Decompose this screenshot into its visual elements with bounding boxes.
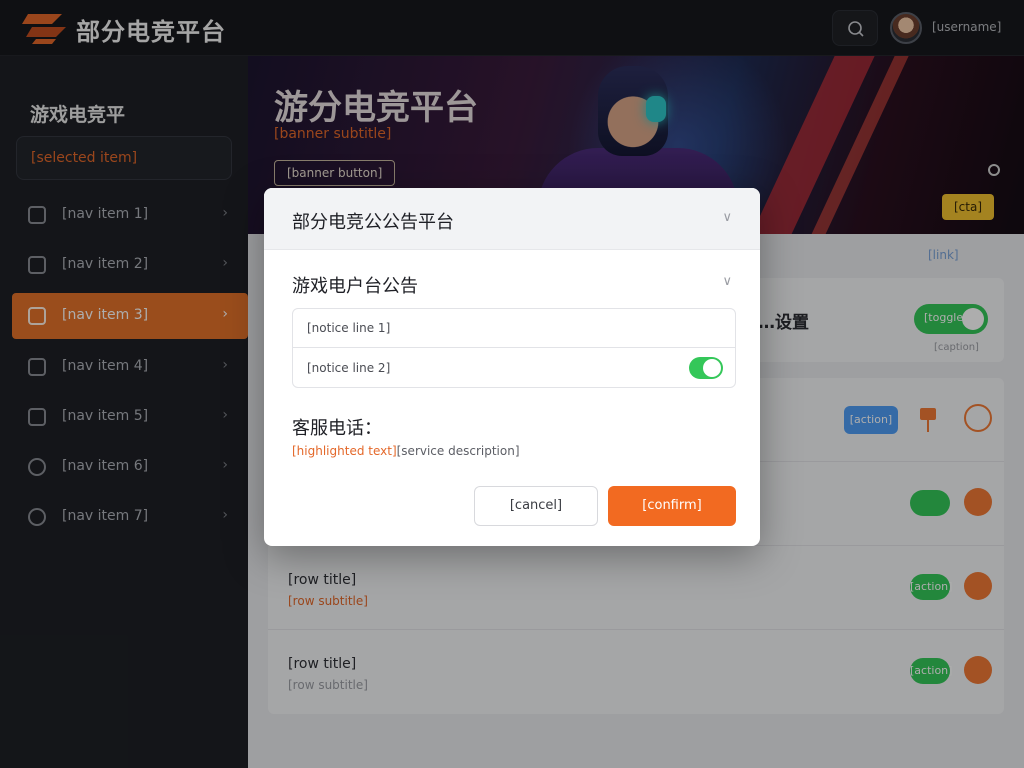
chevron-down-icon[interactable]: ∨ — [722, 210, 732, 225]
service-highlight: [highlighted text] — [292, 444, 397, 458]
notice-box: [notice line 1] [notice line 2] — [292, 308, 736, 388]
service-desc-text: [service description] — [396, 444, 520, 458]
service-title: 客服电话： — [292, 418, 382, 439]
section-title: 游戏电户台公告 — [292, 276, 418, 297]
announcement-modal: 部分电竞公公告平台 ∨ 游戏电户台公告 ∨ [notice line 1] [n… — [264, 188, 760, 546]
notice-toggle-row: [notice line 2] — [293, 349, 735, 388]
notice-toggle-label: [notice line 2] — [307, 361, 391, 375]
chevron-down-icon[interactable]: ∨ — [722, 274, 732, 289]
modal-title: 部分电竞公公告平台 — [292, 212, 454, 233]
notice-toggle[interactable] — [689, 357, 723, 379]
confirm-button[interactable]: [confirm] — [608, 486, 736, 526]
notice-text: [notice line 1] — [307, 321, 391, 335]
cancel-button[interactable]: [cancel] — [474, 486, 598, 526]
notice-line: [notice line 1] — [293, 309, 735, 348]
service-description: [highlighted text][service description] — [292, 444, 520, 458]
modal-header: 部分电竞公公告平台 ∨ — [264, 188, 760, 250]
